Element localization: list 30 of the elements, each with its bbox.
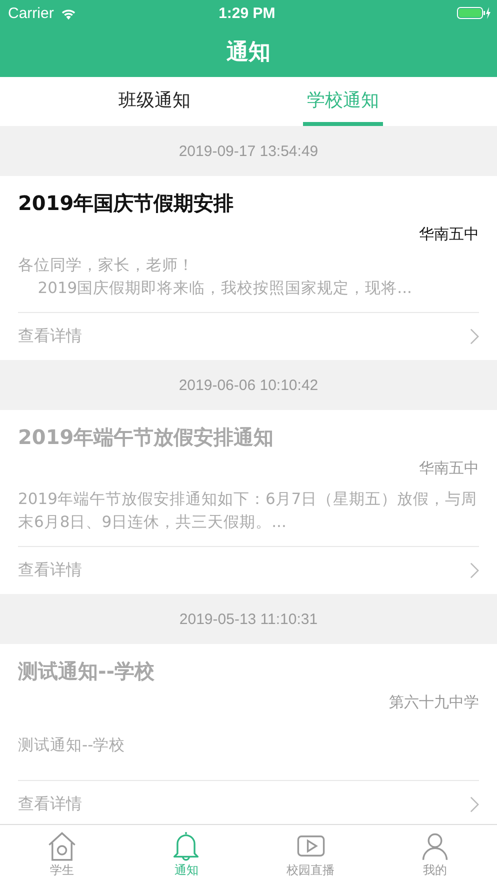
house-icon: [46, 830, 78, 862]
screen-title: 通知: [226, 38, 270, 66]
notice-text: 测试通知--学校: [18, 734, 126, 756]
notice-text: 2019年端午节放假安排通知如下：6月7日（星期五）放假，与周末6月8日、9日连休，共三天假期。...: [18, 489, 478, 533]
date-header: 2019-06-06 10:10:42: [178, 376, 320, 396]
date-header: 2019-05-13 11:10:31: [178, 610, 319, 630]
segment-tab[interactable]: 班级通知: [114, 77, 194, 126]
chevron-icon: [470, 328, 479, 345]
details-link[interactable]: 查看详情: [18, 313, 479, 360]
tab-bar-item[interactable]: 学生: [22, 825, 102, 883]
notice-title[interactable]: 2019年端午节放假安排通知: [18, 410, 479, 451]
details-link[interactable]: 查看详情: [18, 547, 479, 594]
battery-icon: [457, 6, 491, 20]
notice-text: 2019国庆假期即将来临，我校按照国家规定，现将...: [36, 278, 413, 299]
carrier-label: Carrier: [8, 4, 54, 22]
segment-tab[interactable]: 学校通知: [302, 77, 383, 126]
chevron-icon: [470, 796, 479, 813]
school-name: 第六十九中学: [389, 693, 479, 712]
tab-bar-item[interactable]: 校园直播: [270, 825, 351, 883]
notice-title[interactable]: 测试通知--学校: [18, 644, 479, 685]
school-name: 华南五中: [419, 225, 479, 244]
tab-bar-item[interactable]: 我的: [394, 825, 475, 883]
date-header: 2019-09-17 13:54:49: [178, 142, 320, 162]
school-name: 华南五中: [419, 459, 479, 478]
details-link[interactable]: 查看详情: [18, 781, 479, 824]
tab-bar-item[interactable]: 通知: [146, 825, 226, 883]
chevron-icon: [470, 562, 479, 579]
notice-text: 各位同学，家长，老师！: [18, 255, 195, 276]
notice-title[interactable]: 2019年国庆节假期安排: [18, 176, 479, 217]
clock-time: 1:29 PM: [218, 4, 276, 22]
